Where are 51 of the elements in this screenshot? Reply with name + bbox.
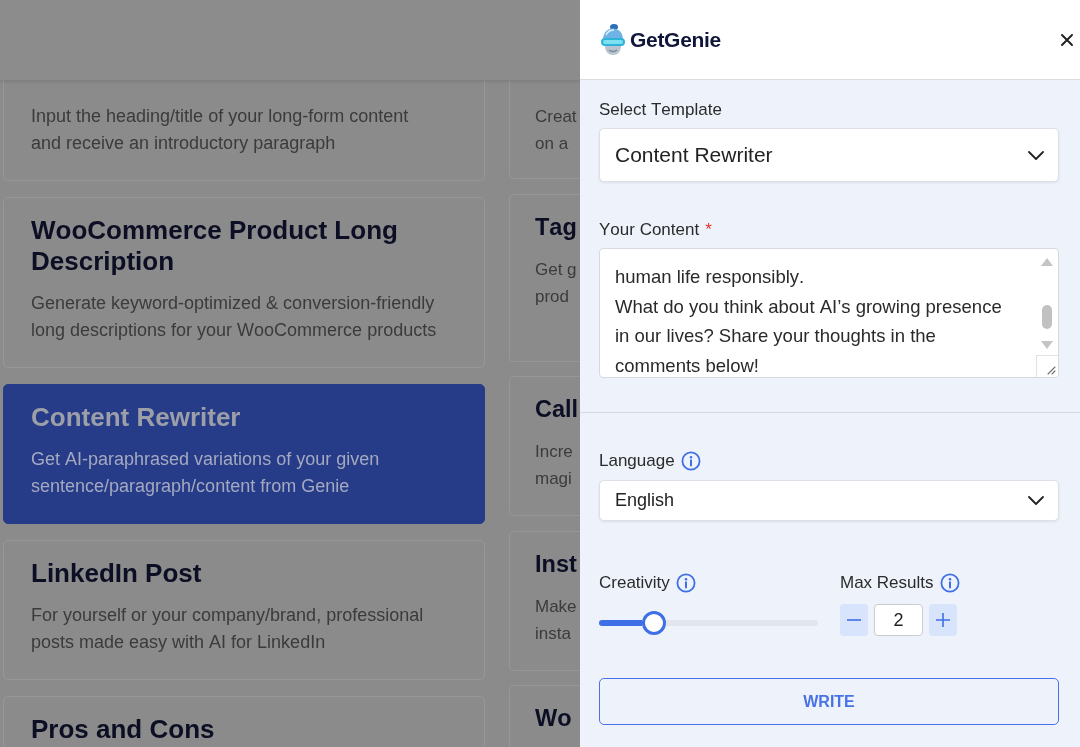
close-icon[interactable] — [1061, 33, 1073, 46]
template-card[interactable]: Tag Get g prod — [509, 193, 580, 362]
field-label: Creativity — [599, 572, 670, 594]
card-title: Content Rewriter — [31, 402, 242, 433]
brand-name: GetGenie — [630, 27, 721, 52]
required-asterisk: * — [705, 219, 712, 241]
write-button[interactable]: WRITE — [599, 678, 1059, 725]
template-select[interactable]: Content Rewriter — [599, 128, 1059, 182]
card-description: Make insta — [535, 595, 578, 645]
chevron-down-icon — [1028, 496, 1044, 505]
card-title: Wo — [535, 704, 573, 733]
increase-button[interactable] — [929, 604, 957, 636]
minus-icon — [847, 619, 861, 621]
template-card[interactable]: Creat on a — [509, 80, 580, 179]
card-description: Get AI-paraphrased variations of your given sentence/paragraph/content from Genie — [31, 448, 381, 498]
card-title: Inst — [535, 549, 578, 579]
card-description: Creat on a — [535, 106, 578, 155]
content-textarea[interactable]: human life responsibly. What do you think about AI’s growing presence in our lives? Share your thoughts in the comments below! — [599, 248, 1059, 378]
card-title: Pros and Cons — [31, 714, 216, 745]
plus-icon — [936, 613, 950, 627]
robot-head-icon — [600, 23, 626, 56]
template-card[interactable]: Pros and Cons — [3, 696, 485, 747]
decrease-button[interactable] — [840, 604, 868, 636]
template-card[interactable]: Inst Make insta — [509, 530, 580, 671]
card-description: Get g prod — [535, 258, 578, 308]
field-label: Language — [599, 450, 675, 472]
info-icon[interactable] — [675, 573, 696, 593]
template-card[interactable]: LinkedIn Post For yourself or your company/brand, professional posts made easy with AI for LinkedIn — [3, 540, 485, 680]
card-title: Call — [535, 395, 580, 424]
info-icon[interactable] — [680, 451, 701, 471]
card-description: Generate keyword-optimized & conversion-friendly long descriptions for your WooCommerce products — [31, 292, 438, 342]
template-card[interactable]: Wo — [509, 685, 580, 747]
info-icon[interactable] — [939, 573, 960, 593]
card-description: Incre magi — [535, 441, 574, 490]
card-description: For yourself or your company/brand, professional posts made easy with AI for LinkedIn — [31, 604, 425, 654]
template-card[interactable]: Input the heading/title of your long-form content and receive an introductory paragraph — [3, 80, 485, 181]
max-results-input[interactable]: 2 — [874, 604, 923, 636]
resize-grip-icon[interactable] — [1036, 355, 1058, 377]
chevron-down-icon — [1028, 150, 1044, 160]
field-label: Select Template — [599, 99, 722, 121]
card-title: Tag — [535, 212, 578, 242]
template-card[interactable]: WooCommerce Product Long Description Generate keyword-optimized & conversion-friendly long descriptions for your WooCommerce products — [3, 197, 485, 368]
field-label: Max Results — [840, 572, 934, 594]
field-label: Your Content — [599, 219, 700, 241]
template-card[interactable]: Content Rewriter Get AI-paraphrased variations of your given sentence/paragraph/content from Genie — [3, 384, 485, 524]
card-title: WooCommerce Product Long Description — [31, 215, 399, 277]
slider-thumb[interactable] — [641, 611, 666, 635]
card-title: LinkedIn Post — [31, 558, 203, 589]
language-select[interactable]: English — [599, 480, 1059, 521]
template-card[interactable]: Call Incre magi — [509, 376, 580, 516]
card-description: Input the heading/title of your long-form content and receive an introductory paragraph — [31, 105, 410, 155]
